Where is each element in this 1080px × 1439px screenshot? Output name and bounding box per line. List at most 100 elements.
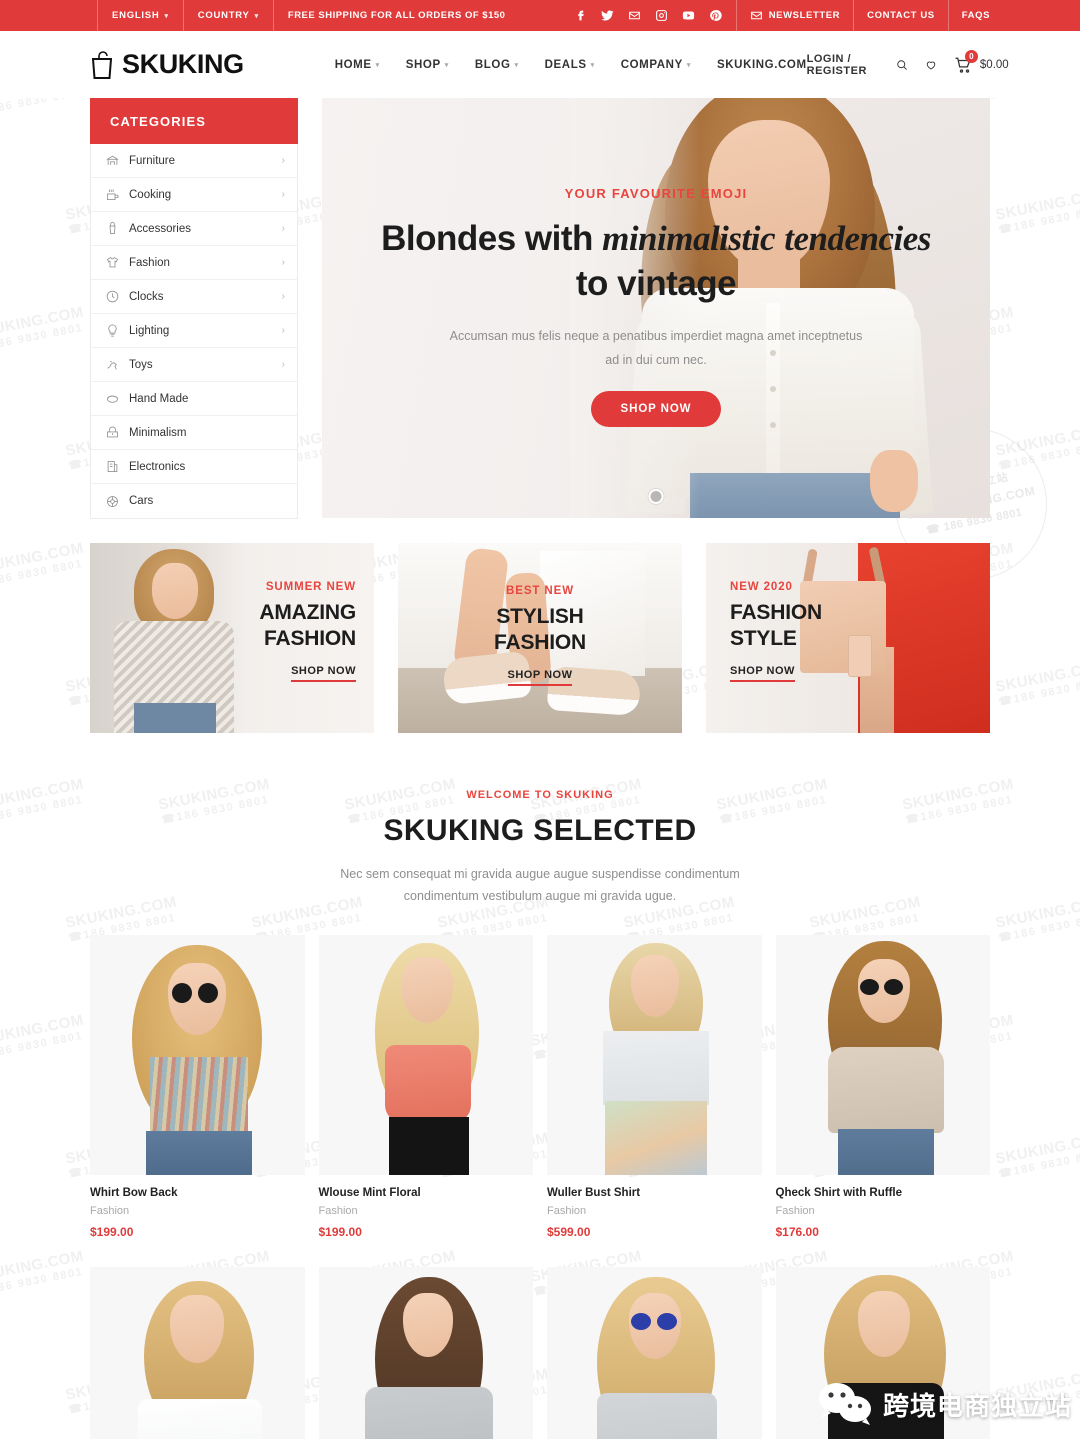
category-label: Cooking (129, 188, 172, 201)
youtube-icon[interactable] (682, 9, 695, 22)
login-register-link[interactable]: LOGIN / REGISTER (807, 53, 879, 77)
hero-title-em1: minimalistic (602, 219, 776, 258)
social-links (574, 0, 737, 31)
chevron-right-icon: › (281, 155, 285, 166)
nav-item-blog[interactable]: BLOG ▾ (475, 59, 519, 71)
hero-subtitle: Accumsan mus felis neque a penatibus imp… (449, 328, 863, 367)
product-image (90, 1267, 305, 1439)
country-selector[interactable]: COUNTRY ▾ (184, 0, 274, 31)
facebook-icon[interactable] (574, 9, 587, 22)
product-card[interactable]: Wlouse Mint Floral Fashion $199.00 (318, 935, 533, 1239)
category-label: Clocks (129, 290, 164, 303)
nav-item-skuking-com[interactable]: SKUKING.COM (717, 59, 807, 71)
product-card[interactable] (318, 1267, 533, 1439)
promo-banner-stylish-fashion[interactable]: BEST NEW STYLISH FASHION SHOP NOW (398, 543, 682, 733)
product-name: Qheck Shirt with Ruffle (775, 1187, 903, 1199)
promo-shop-now-link[interactable]: SHOP NOW (507, 669, 573, 687)
chevron-right-icon: › (281, 189, 285, 200)
category-item-minimalism[interactable]: Minimalism (91, 416, 297, 450)
cars-icon (105, 494, 120, 509)
furniture-icon (105, 153, 120, 168)
wechat-badge-text: 跨境电商独立站 (882, 1391, 1072, 1422)
email-icon[interactable] (628, 9, 641, 22)
chevron-down-icon: ▾ (164, 12, 169, 20)
nav-item-company[interactable]: COMPANY ▾ (621, 59, 691, 71)
minimalism-icon (105, 425, 120, 440)
chevron-right-icon: › (281, 223, 285, 234)
chevron-right-icon: › (281, 359, 285, 370)
promo-title-line2: FASHION (494, 630, 586, 654)
categories-list: Furniture › Cooking › Accessories › Fash… (90, 144, 298, 519)
logo-text: SKUKING (122, 49, 244, 79)
newsletter-link[interactable]: NEWSLETTER (737, 0, 855, 31)
promo-banner-amazing-fashion[interactable]: SUMMER NEW AMAZING FASHION SHOP NOW (90, 543, 374, 733)
lighting-icon (105, 323, 120, 338)
product-image (775, 935, 990, 1175)
faqs-link[interactable]: FAQS (949, 0, 990, 31)
product-card[interactable]: Wuller Bust Shirt Fashion $599.00 (547, 935, 762, 1239)
category-item-furniture[interactable]: Furniture › (91, 144, 297, 178)
nav-label: BLOG (474, 58, 511, 71)
hero-shop-now-button[interactable]: SHOP NOW (590, 391, 722, 428)
category-item-hand-made[interactable]: Hand Made (91, 382, 297, 416)
chevron-down-icon: ▾ (444, 61, 449, 69)
category-item-fashion[interactable]: Fashion › (91, 246, 297, 280)
promo-shop-now-link[interactable]: SHOP NOW (730, 665, 795, 683)
category-item-lighting[interactable]: Lighting › (91, 314, 297, 348)
promo-title: STYLISH FASHION (398, 604, 682, 655)
product-category: Fashion (90, 1205, 130, 1217)
pinterest-icon[interactable] (709, 9, 722, 22)
category-item-toys[interactable]: Toys › (91, 348, 297, 382)
product-price: $199.00 (90, 1225, 134, 1239)
product-card[interactable] (547, 1267, 762, 1439)
product-card[interactable]: Whirt Bow Back Fashion $199.00 (90, 935, 305, 1239)
main-navigation: HOME ▾ SHOP ▾ BLOG ▾ DEALS ▾ COMPANY ▾ S… (335, 59, 807, 71)
category-item-cooking[interactable]: Cooking › (91, 178, 297, 212)
product-grid-row1: Whirt Bow Back Fashion $199.00 Wlouse Mi… (90, 935, 990, 1239)
shipping-notice: FREE SHIPPING FOR ALL ORDERS OF $150 (287, 10, 506, 21)
promo-image (100, 543, 240, 733)
category-item-cars[interactable]: Cars (91, 484, 297, 518)
hero-banner[interactable]: YOUR FAVOURITE EMOJI Blondes with minima… (322, 98, 990, 518)
promo-shop-now-link[interactable]: SHOP NOW (291, 665, 356, 683)
chevron-right-icon: › (281, 325, 285, 336)
promo-copy: NEW 2020 FASHION STYLE SHOP NOW (730, 581, 822, 683)
electronics-icon (105, 459, 120, 474)
category-item-electronics[interactable]: Electronics (91, 450, 297, 484)
instagram-icon[interactable] (655, 9, 668, 22)
language-selector[interactable]: ENGLISH ▾ (97, 0, 184, 31)
category-label: Accessories (129, 222, 191, 235)
nav-item-deals[interactable]: DEALS ▾ (545, 59, 595, 71)
twitter-icon[interactable] (600, 9, 614, 22)
cart-widget[interactable]: 0 $0.00 (954, 49, 1009, 74)
hero-eyebrow: YOUR FAVOURITE EMOJI (564, 186, 748, 201)
search-icon[interactable] (896, 56, 908, 74)
cart-total: $0.00 (979, 58, 1009, 71)
accessories-icon (105, 221, 120, 236)
categories-sidebar: CATEGORIES Furniture › Cooking › Accesso… (90, 98, 298, 519)
category-label: Toys (129, 358, 153, 371)
promo-title: AMAZING FASHION (259, 600, 356, 651)
category-item-accessories[interactable]: Accessories › (91, 212, 297, 246)
fashion-icon (105, 255, 120, 270)
category-label: Hand Made (129, 392, 189, 405)
contact-us-link[interactable]: CONTACT US (854, 0, 949, 31)
product-card[interactable] (90, 1267, 305, 1439)
nav-item-shop[interactable]: SHOP ▾ (406, 59, 449, 71)
product-card[interactable]: Qheck Shirt with Ruffle Fashion $176.00 (775, 935, 990, 1239)
site-logo[interactable]: SKUKING (90, 49, 244, 80)
chevron-down-icon: ▾ (514, 61, 519, 69)
hero-title: Blondes with minimalistic tendencies to … (376, 217, 936, 307)
nav-item-home[interactable]: HOME ▾ (335, 59, 380, 71)
content-container: CATEGORIES Furniture › Cooking › Accesso… (90, 98, 990, 1439)
promo-banner-fashion-style[interactable]: NEW 2020 FASHION STYLE SHOP NOW (706, 543, 990, 733)
product-price: $199.00 (318, 1225, 362, 1239)
product-image (318, 1267, 533, 1439)
category-label: Cars (129, 495, 154, 507)
product-category: Fashion (547, 1205, 587, 1217)
category-item-clocks[interactable]: Clocks › (91, 280, 297, 314)
wishlist-heart-icon[interactable] (925, 56, 937, 74)
wechat-icon (817, 1381, 873, 1427)
carousel-indicator[interactable] (648, 489, 664, 504)
top-bar-right: NEWSLETTER CONTACT US FAQS (574, 0, 990, 31)
